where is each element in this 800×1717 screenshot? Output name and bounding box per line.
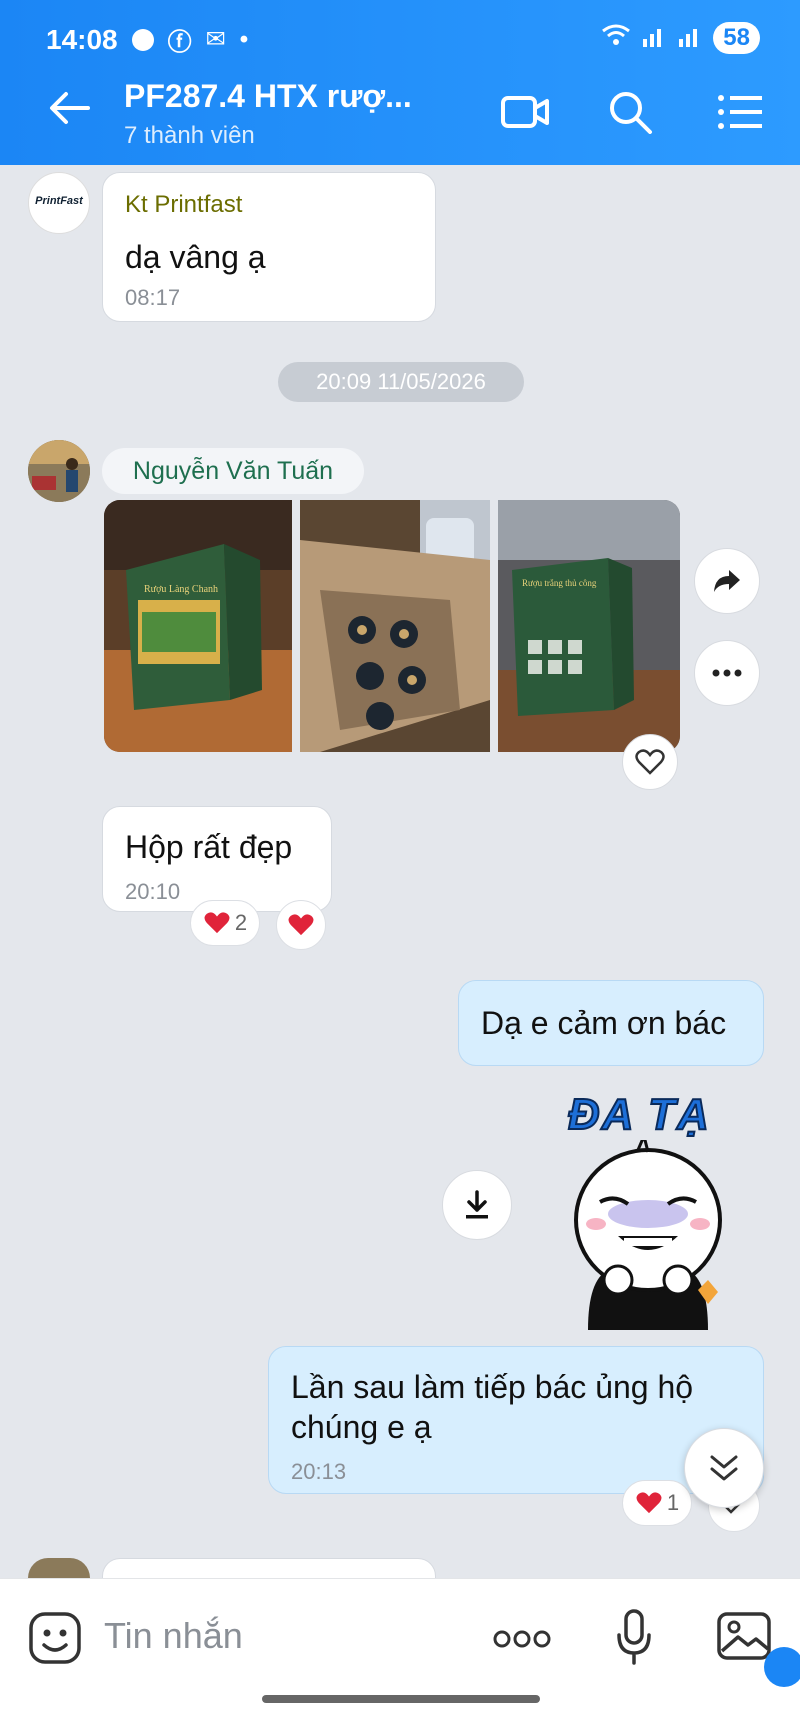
message-time: 20:13 bbox=[291, 1459, 347, 1484]
react-heart-button[interactable] bbox=[622, 734, 678, 790]
sticker[interactable]: ĐA TẠ bbox=[548, 1089, 748, 1330]
my-message-bubble[interactable]: Dạ e cảm ơn bác bbox=[458, 980, 764, 1066]
heart-outline-icon bbox=[635, 749, 665, 775]
date-separator: 20:09 11/05/2026 bbox=[278, 362, 524, 402]
member-count[interactable]: 7 thành viên bbox=[124, 122, 255, 150]
message-bubble[interactable]: Kt Printfast dạ vâng ạ 08:17 bbox=[102, 172, 436, 322]
heart-icon bbox=[636, 1492, 662, 1514]
message-text-line2: chúng e ạ bbox=[291, 1409, 432, 1445]
home-indicator bbox=[262, 1695, 540, 1703]
sender-name-pill: Nguyễn Văn Tuấn bbox=[102, 448, 364, 494]
download-icon bbox=[466, 1190, 488, 1219]
scroll-to-bottom-button[interactable] bbox=[684, 1428, 764, 1508]
message-text-line1: Lần sau làm tiếp bác ủng hộ bbox=[291, 1369, 694, 1405]
sticker-character bbox=[574, 1140, 722, 1330]
add-heart-reaction[interactable] bbox=[276, 900, 326, 950]
more-options-button[interactable] bbox=[694, 640, 760, 706]
message-text: dạ vâng ạ bbox=[125, 239, 266, 275]
battery-indicator: 58 bbox=[713, 22, 760, 54]
photo-bottles-in-box[interactable] bbox=[300, 500, 490, 752]
chat-header: 14:08 ⓕ ✉ • 58 PF287.4 HTX rượ... 7 thàn… bbox=[0, 0, 800, 165]
forward-arrow-icon bbox=[714, 570, 740, 592]
notification-dot-icon bbox=[131, 28, 154, 51]
message-bubble-partial bbox=[102, 1558, 436, 1578]
avatar-partial bbox=[28, 1558, 90, 1578]
share-forward-button[interactable] bbox=[694, 548, 760, 614]
video-call-icon[interactable] bbox=[500, 90, 550, 134]
message-text: Hộp rất đẹp bbox=[125, 829, 293, 865]
box-brand-text: Rượu Làng Chanh bbox=[144, 584, 218, 595]
facebook-icon: ⓕ bbox=[167, 29, 192, 56]
message-text: Dạ e cảm ơn bác bbox=[481, 1005, 727, 1041]
sticker-emoji-icon[interactable] bbox=[28, 1611, 82, 1665]
photo-box-front[interactable]: Rượu Làng Chanh bbox=[104, 500, 292, 752]
reaction-count: 1 bbox=[666, 1490, 680, 1515]
avatar-kt-printfast[interactable]: PrintFast bbox=[28, 172, 90, 234]
printfast-logo: PrintFast bbox=[35, 195, 83, 207]
message-time: 08:17 bbox=[125, 285, 181, 310]
avatar-photo bbox=[28, 440, 90, 502]
signal-icon-2 bbox=[677, 23, 703, 53]
photo-box-back[interactable]: Rượu trắng thủ công bbox=[498, 500, 680, 752]
floating-chat-bubble-icon[interactable] bbox=[764, 1647, 800, 1687]
status-bar: 14:08 ⓕ ✉ • bbox=[46, 22, 248, 57]
sticker-text: ĐA TẠ bbox=[567, 1089, 711, 1140]
download-button[interactable] bbox=[442, 1170, 512, 1240]
mail-icon: ✉ bbox=[205, 26, 226, 53]
heart-icon bbox=[204, 912, 230, 934]
chat-title[interactable]: PF287.4 HTX rượ... bbox=[124, 78, 412, 115]
menu-list-icon[interactable] bbox=[716, 90, 766, 134]
sender-name: Kt Printfast bbox=[125, 191, 243, 218]
reaction-summary[interactable]: 1 bbox=[622, 1480, 692, 1526]
message-input[interactable]: Tin nhắn bbox=[104, 1615, 243, 1657]
reaction-summary[interactable]: 2 bbox=[190, 900, 260, 946]
system-icons: 58 bbox=[601, 22, 760, 54]
signal-icon bbox=[641, 23, 667, 53]
message-composer: Tin nhắn bbox=[0, 1578, 800, 1717]
double-chevron-down-icon bbox=[710, 1455, 738, 1481]
box-brand-text-2: Rượu trắng thủ công bbox=[522, 578, 597, 588]
heart-icon bbox=[288, 914, 314, 936]
image-gallery-icon[interactable] bbox=[716, 1611, 772, 1661]
more-options-icon[interactable] bbox=[492, 1629, 552, 1649]
avatar-nguyen-van-tuan[interactable] bbox=[28, 440, 90, 502]
more-dots-icon bbox=[712, 669, 742, 677]
more-notifications-icon: • bbox=[239, 25, 249, 53]
message-time: 20:10 bbox=[125, 879, 181, 904]
search-icon[interactable] bbox=[606, 90, 656, 134]
reaction-count: 2 bbox=[234, 910, 248, 935]
back-arrow-icon[interactable] bbox=[48, 86, 92, 130]
status-time: 14:08 bbox=[46, 23, 118, 55]
microphone-icon[interactable] bbox=[616, 1609, 652, 1665]
message-bubble[interactable]: Hộp rất đẹp 20:10 bbox=[102, 806, 332, 912]
wifi-icon bbox=[601, 22, 631, 54]
